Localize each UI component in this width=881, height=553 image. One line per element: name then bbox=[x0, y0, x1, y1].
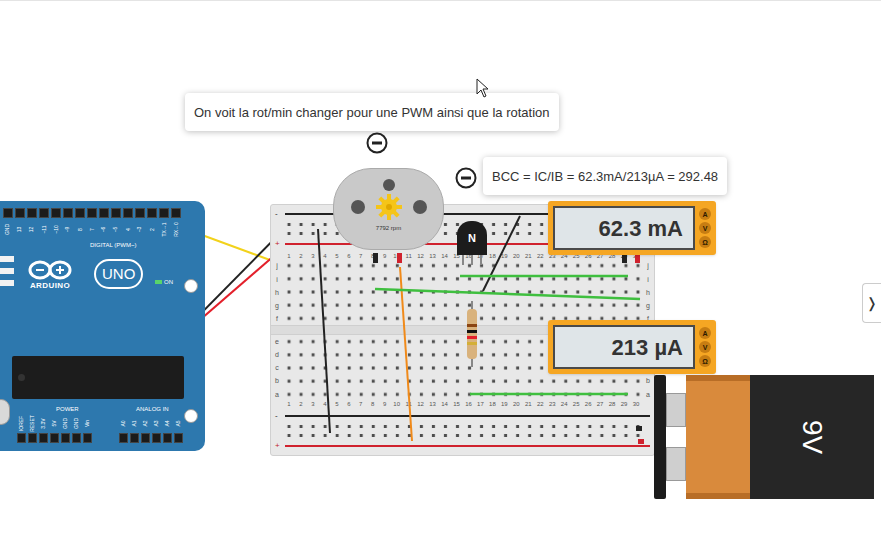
transistor[interactable]: N bbox=[457, 221, 487, 255]
motor-terminal bbox=[373, 253, 378, 263]
arduino-board[interactable]: GND1312~11~10~987~6~54~32TX→1RX←0DIGITAL… bbox=[0, 201, 205, 451]
digital-label: DIGITAL (PWM~) bbox=[90, 241, 137, 250]
mode-button[interactable]: A bbox=[699, 208, 711, 220]
collapse-icon[interactable] bbox=[455, 167, 477, 189]
infinity-icon bbox=[28, 259, 72, 281]
on-indicator: ON bbox=[155, 279, 173, 285]
mode-button[interactable]: V bbox=[699, 341, 711, 353]
annotation[interactable]: On voit la rot/min changer pour une PWM … bbox=[185, 93, 559, 131]
multimeter-display: 62.3 mA bbox=[553, 206, 695, 250]
dc-motor[interactable]: 7792 rpm bbox=[333, 168, 444, 250]
mode-button[interactable]: V bbox=[699, 222, 711, 234]
multimeter-display: 213 µA bbox=[553, 325, 695, 369]
multimeter[interactable]: 213 µA AVΩ bbox=[548, 320, 716, 374]
canvas: GND1312~11~10~987~6~54~32TX→1RX←0DIGITAL… bbox=[0, 0, 881, 553]
cursor-icon bbox=[476, 78, 490, 98]
gear-icon bbox=[375, 193, 403, 221]
analog-header: A0A1A2A3A4A5 bbox=[118, 413, 184, 443]
arduino-logo: ARDUINO bbox=[28, 259, 72, 291]
digital-header: GND1312~11~10~987~6~54~32TX→1RX←0 bbox=[2, 208, 182, 240]
battery-label: 9V bbox=[791, 420, 833, 454]
rpm-readout: 7792 rpm bbox=[376, 225, 401, 231]
hole-grid bbox=[283, 422, 644, 440]
annotation[interactable]: BCC = IC/IB = 62.3mA/213µA = 292.48 bbox=[483, 157, 727, 195]
analog-label: ANALOG IN bbox=[136, 405, 169, 414]
resistor[interactable] bbox=[467, 309, 477, 359]
power-label: POWER bbox=[56, 405, 79, 414]
side-panel-toggle[interactable]: ❭ bbox=[862, 283, 881, 323]
microcontroller-chip bbox=[12, 356, 184, 399]
reset-button[interactable] bbox=[184, 279, 198, 293]
model-badge: UNO bbox=[94, 259, 143, 289]
battery[interactable]: 9V bbox=[654, 375, 874, 499]
power-header: IOREFRESET3.3V5VGNDGNDVin bbox=[16, 413, 93, 443]
mode-button[interactable]: A bbox=[699, 327, 711, 339]
collapse-icon[interactable] bbox=[366, 132, 388, 154]
mode-button[interactable]: Ω bbox=[699, 355, 711, 367]
motor-terminal bbox=[397, 253, 402, 263]
status-leds bbox=[0, 256, 14, 286]
mode-button[interactable]: Ω bbox=[699, 236, 711, 248]
multimeter[interactable]: 62.3 mA AVΩ bbox=[548, 201, 716, 255]
